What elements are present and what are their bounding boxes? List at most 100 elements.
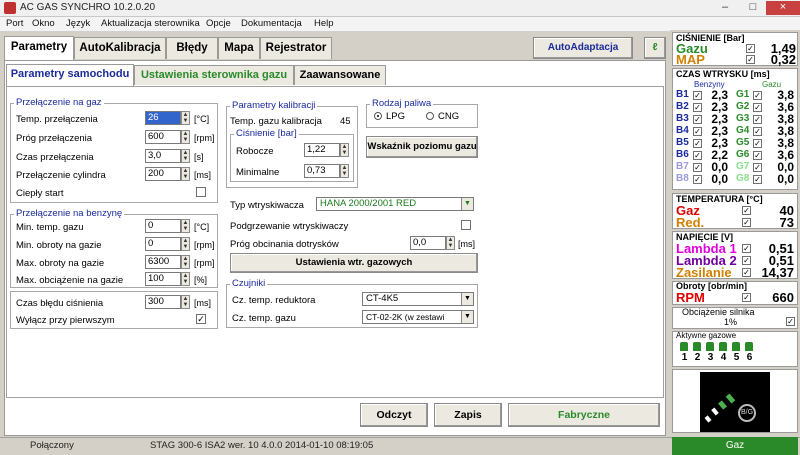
tab-parametry[interactable]: Parametry [4,36,74,60]
pressure-error-input[interactable]: 300 [145,295,181,309]
petrol-switch-title: Przełączenie na benzynę [14,208,125,219]
working-pressure-input[interactable]: 1,22 [304,143,340,157]
max-rpm-unit: [rpm] [194,258,215,268]
injector-preheat-checkbox[interactable] [461,220,471,230]
first-off-checkbox[interactable]: ✓ [196,314,206,324]
menu-help[interactable]: Help [314,18,334,29]
gas-injector-checkbox[interactable]: ✓ [753,163,762,172]
injector-type-select[interactable]: HANA 2000/2001 RED ▼ [316,197,474,211]
gas-threshold-input[interactable]: 600 [145,130,181,144]
read-button[interactable]: Odczyt [360,403,428,427]
minimal-pressure-spinner[interactable]: ▲ ▼ [340,164,349,178]
reducer-temp-label: Cz. temp. reduktora [232,295,316,306]
gas-injector-settings-button[interactable]: Ustawienia wtr. gazowych [230,253,478,273]
write-button[interactable]: Zapis [434,403,502,427]
gas-injector-checkbox[interactable]: ✓ [753,127,762,136]
autoadaptacja-button[interactable]: AutoAdaptacja [533,37,633,59]
max-load-input[interactable]: 100 [145,272,181,286]
rpm-checkbox[interactable]: ✓ [742,293,751,302]
map-pressure-value: 0,32 [770,52,796,67]
temp-gas-checkbox[interactable]: ✓ [742,206,751,215]
menu-okno[interactable]: Okno [32,18,55,29]
lambda1-checkbox[interactable]: ✓ [742,244,751,253]
pressure-error-spinner[interactable]: ▲ ▼ [181,295,190,309]
petrol-injector-checkbox[interactable]: ✓ [693,175,702,184]
map-pressure-checkbox[interactable]: ✓ [746,55,755,64]
reducer-temp-select[interactable]: CT-4K5 ▼ [362,292,474,306]
tab-rejestrator[interactable]: Rejestrator [260,37,332,59]
gas-time-spinner[interactable]: ▲ ▼ [181,149,190,163]
min-rpm-input[interactable]: 0 [145,237,181,251]
gas-threshold-unit: [rpm] [194,133,215,143]
gas-pressure-checkbox[interactable]: ✓ [746,44,755,53]
tab-autokalibracja[interactable]: AutoKalibracja [74,37,166,59]
menu-aktualizacja[interactable]: Aktualizacja sterownika [101,18,200,29]
cut-threshold-input[interactable]: 0,0 [410,236,446,250]
gas-injector-checkbox[interactable]: ✓ [753,103,762,112]
gas-injector-checkbox[interactable]: ✓ [753,151,762,160]
min-rpm-spinner[interactable]: ▲ ▼ [181,237,190,251]
menu-opcje[interactable]: Opcje [206,18,231,29]
gas-level-indicator-button[interactable]: Wskaźnik poziomu gazu [366,136,478,158]
subtab-zaawansowane[interactable]: Zaawansowane [294,65,386,85]
calibration-title: Parametry kalibracji [230,100,318,111]
lambda2-checkbox[interactable]: ✓ [742,256,751,265]
gas-temp-label: Temp. przełączenia [16,114,98,125]
petrol-injector-checkbox[interactable]: ✓ [693,115,702,124]
working-pressure-spinner[interactable]: ▲ ▼ [340,143,349,157]
petrol-injector-value: 0,0 [711,172,728,186]
max-rpm-input[interactable]: 6300 [145,255,181,269]
lpg-radio[interactable] [374,112,382,120]
max-load-label: Max. obciążenie na gazie [16,275,124,286]
tab-mapa[interactable]: Mapa [218,37,260,59]
petrol-injector-checkbox[interactable]: ✓ [693,103,702,112]
gas-temp-spinner[interactable]: ▲ ▼ [181,111,190,125]
petrol-injector-checkbox[interactable]: ✓ [693,163,702,172]
petrol-injector-checkbox[interactable]: ✓ [693,91,702,100]
gas-injector-checkbox[interactable]: ✓ [753,115,762,124]
calib-gas-temp-label: Temp. gazu kalibracja [230,116,322,127]
load-checkbox[interactable]: ✓ [786,317,795,326]
gas-injector-checkbox[interactable]: ✓ [753,139,762,148]
max-rpm-spinner[interactable]: ▲ ▼ [181,255,190,269]
menu-port[interactable]: Port [6,18,23,29]
maximize-button[interactable]: □ [740,1,766,15]
max-rpm-label: Max. obroty na gazie [16,258,105,269]
petrol-injector-label: B7 [676,161,689,172]
temp-reducer-checkbox[interactable]: ✓ [742,218,751,227]
menu-jezyk[interactable]: Język [66,18,90,29]
supply-checkbox[interactable]: ✓ [742,268,751,277]
max-load-spinner[interactable]: ▲ ▼ [181,272,190,286]
min-gas-temp-spinner[interactable]: ▲ ▼ [181,219,190,233]
gas-injector-label: G7 [736,161,750,172]
gas-time-input[interactable]: 3,0 [145,149,181,163]
cylinder-switch-input[interactable]: 200 [145,167,181,181]
gas-injector-checkbox[interactable]: ✓ [753,91,762,100]
bg-switch-button[interactable]: B/G [738,404,756,422]
help-tool-icon[interactable]: ℓ [644,37,666,59]
gas-threshold-spinner[interactable]: ▲ ▼ [181,130,190,144]
menu-dokumentacja[interactable]: Dokumentacja [241,18,302,29]
factory-button[interactable]: Fabryczne [508,403,660,427]
cylinder-switch-spinner[interactable]: ▲ ▼ [181,167,190,181]
tab-bledy[interactable]: Błędy [166,37,218,59]
warm-start-label: Ciepły start [16,188,64,199]
gas-injector-value: 0,0 [777,172,794,186]
gas-temp-sensor-select[interactable]: CT-02-2K (w zestawi ▼ [362,310,474,324]
minimal-pressure-input[interactable]: 0,73 [304,164,340,178]
close-button[interactable]: × [766,1,800,15]
minimize-button[interactable]: – [712,1,738,15]
petrol-injector-checkbox[interactable]: ✓ [693,151,702,160]
gas-injector-checkbox[interactable]: ✓ [753,175,762,184]
gas-temp-input[interactable]: 26 [145,111,181,125]
min-gas-temp-input[interactable]: 0 [145,219,181,233]
rpm-value: 660 [772,290,794,305]
warm-start-checkbox[interactable] [196,187,206,197]
subtab-parametry-samochodu[interactable]: Parametry samochodu [6,64,134,86]
petrol-injector-checkbox[interactable]: ✓ [693,139,702,148]
cut-threshold-spinner[interactable]: ▲ ▼ [446,236,455,250]
petrol-injector-checkbox[interactable]: ✓ [693,127,702,136]
cng-radio[interactable] [426,112,434,120]
subtab-ustawienia[interactable]: Ustawienia sterownika gazu [134,65,294,85]
fuel-type-title: Rodzaj paliwa [370,98,434,109]
